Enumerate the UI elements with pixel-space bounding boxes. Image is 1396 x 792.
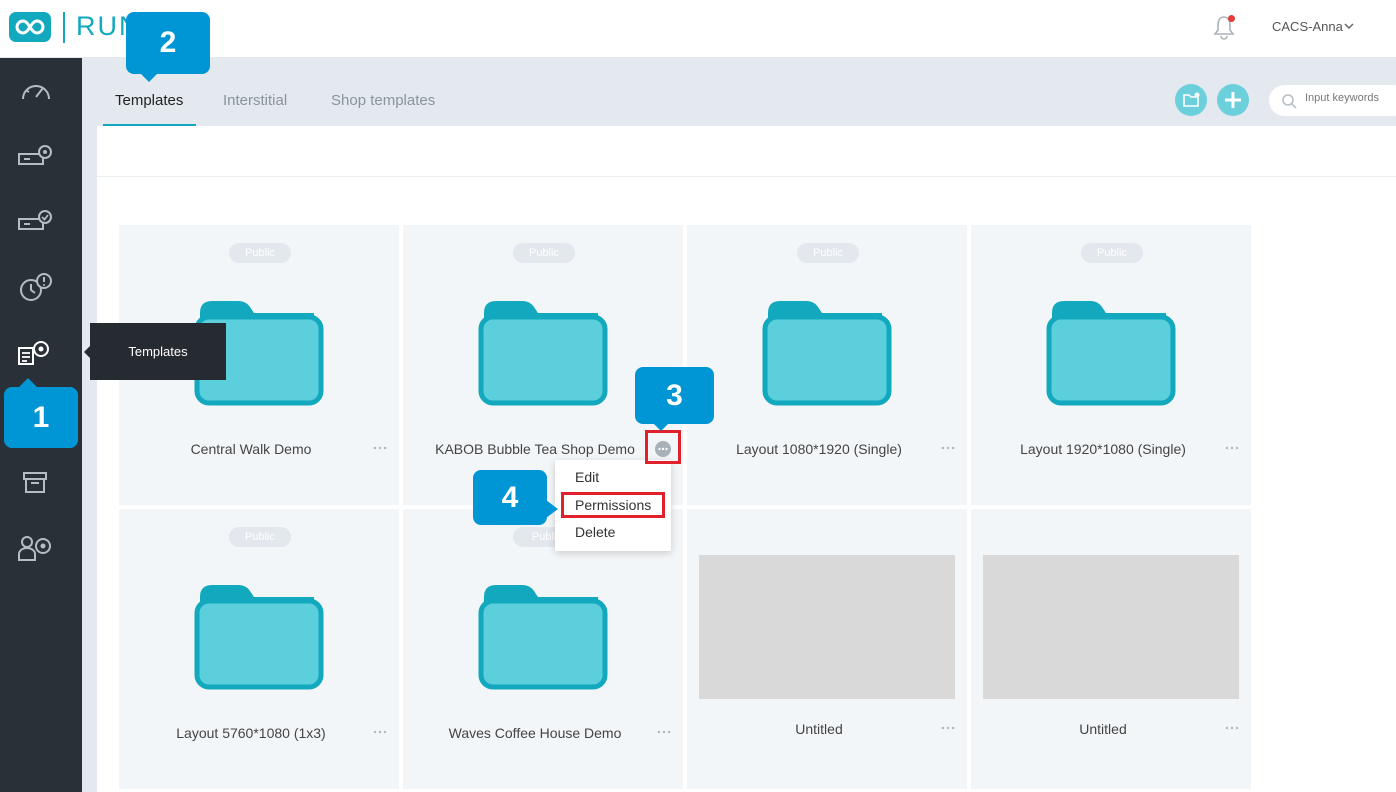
card-title: Untitled: [795, 721, 843, 737]
card-title: Waves Coffee House Demo: [448, 725, 622, 741]
template-thumbnail: [983, 555, 1239, 699]
template-card[interactable]: Public Layout 1920*1080 (Single): [971, 225, 1251, 505]
dashboard-icon[interactable]: [16, 73, 56, 109]
sidebar-tooltip: Templates: [90, 323, 226, 380]
callout-4: 4: [473, 470, 547, 525]
public-badge: Public: [513, 243, 575, 263]
more-icon[interactable]: [939, 443, 959, 453]
template-card[interactable]: Publi Waves Coffee House Demo: [403, 509, 683, 789]
more-icon[interactable]: [939, 723, 959, 733]
search-icon: [1282, 94, 1297, 109]
callout-1: 1: [4, 387, 78, 448]
templates-icon[interactable]: [16, 335, 56, 371]
card-title: KABOB Bubble Tea Shop Demo: [435, 441, 635, 457]
callout-4-pointer: [546, 500, 558, 518]
search-box: [1269, 85, 1396, 116]
template-card[interactable]: Untitled: [971, 509, 1251, 789]
chevron-down-icon[interactable]: [1343, 20, 1355, 32]
public-badge: Public: [797, 243, 859, 263]
content-divider: [97, 176, 1396, 177]
template-card[interactable]: Public Layout 1080*1920 (Single): [687, 225, 967, 505]
user-menu[interactable]: CACS-Anna: [1272, 19, 1343, 34]
callout-2-pointer: [139, 72, 159, 82]
highlight-permissions: [561, 492, 665, 518]
callout-3-pointer: [652, 422, 670, 431]
archive-icon[interactable]: [16, 465, 56, 501]
device-settings-icon[interactable]: [16, 138, 56, 174]
more-icon[interactable]: [655, 727, 675, 737]
add-button[interactable]: [1217, 84, 1249, 116]
template-card[interactable]: Public Layout 5760*1080 (1x3): [119, 509, 399, 789]
card-title: Layout 1080*1920 (Single): [736, 441, 902, 457]
folder-icon: [478, 585, 608, 690]
tab-templates[interactable]: Templates: [115, 92, 183, 109]
new-folder-icon: [1183, 92, 1200, 107]
menu-item-delete[interactable]: Delete: [575, 524, 615, 540]
more-icon[interactable]: [1223, 723, 1243, 733]
highlight-more-button: [645, 430, 681, 464]
user-settings-icon[interactable]: [16, 530, 56, 566]
callout-3: 3: [635, 367, 714, 424]
folder-icon: [1046, 301, 1176, 406]
search-input[interactable]: [1305, 92, 1396, 104]
public-badge: Public: [229, 527, 291, 547]
card-title: Central Walk Demo: [190, 441, 312, 457]
callout-2: 2: [126, 12, 210, 74]
more-icon[interactable]: [371, 443, 391, 453]
folder-icon: [478, 301, 608, 406]
card-title: Layout 1920*1080 (Single): [1020, 441, 1186, 457]
tab-interstitial[interactable]: Interstitial: [223, 92, 287, 109]
public-badge: Public: [229, 243, 291, 263]
card-title: Layout 5760*1080 (1x3): [176, 725, 326, 741]
plus-icon: [1225, 92, 1241, 108]
template-thumbnail: [699, 555, 955, 699]
card-title: Untitled: [1079, 721, 1127, 737]
more-icon[interactable]: [1223, 443, 1243, 453]
public-badge: Public: [1081, 243, 1143, 263]
menu-item-edit[interactable]: Edit: [575, 469, 599, 485]
callout-1-pointer: [18, 378, 38, 388]
new-folder-button[interactable]: [1175, 84, 1207, 116]
alert-clock-icon[interactable]: [16, 269, 56, 305]
folder-icon: [194, 585, 324, 690]
template-card[interactable]: Untitled: [687, 509, 967, 789]
logo-divider: [63, 12, 65, 43]
more-icon[interactable]: [371, 727, 391, 737]
logo-icon[interactable]: [9, 12, 51, 42]
notification-dot: [1228, 15, 1235, 22]
tab-shop-templates[interactable]: Shop templates: [331, 92, 435, 109]
device-check-icon[interactable]: [16, 203, 56, 239]
folder-icon: [762, 301, 892, 406]
